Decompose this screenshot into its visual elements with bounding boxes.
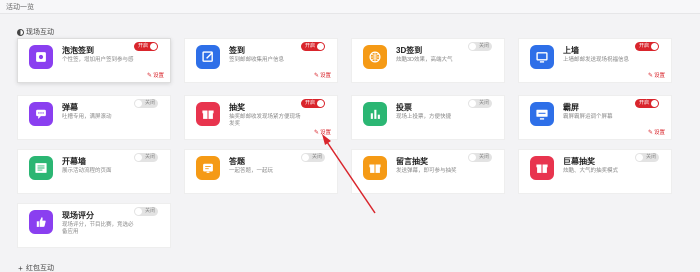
activity-card[interactable]: 霸屏霸屏霸屏运调个屏幕 开启 ✎ 设置 [518, 95, 672, 140]
settings-link[interactable]: ✎ 设置 [313, 128, 331, 137]
activity-desc: 上墙邮邮发送现场祝福信息 [563, 57, 630, 63]
enable-toggle[interactable]: 关闭 [635, 153, 659, 162]
curtain-icon [29, 156, 53, 180]
activity-card[interactable]: 开幕墙展示活动流程的页面 关闭 [17, 149, 171, 194]
settings-label: 设置 [152, 73, 164, 79]
section-redpacket-header[interactable]: + 红包互动 [17, 263, 54, 272]
activity-desc: 现场上投票，方便快捷 [396, 114, 452, 120]
activity-desc: 展示活动流程的页面 [62, 168, 112, 174]
globe-icon [363, 45, 387, 69]
enable-toggle[interactable]: 关闭 [468, 42, 492, 51]
edit-icon [196, 45, 220, 69]
activity-desc: 抽奖邮邮收发现场紧方便现场发奖 [229, 114, 301, 127]
activity-name: 弹幕 [62, 103, 78, 112]
settings-label: 设置 [319, 73, 331, 79]
wall-icon [530, 45, 554, 69]
enable-toggle[interactable]: 关闭 [134, 99, 158, 108]
activity-card[interactable]: 巨幕抽奖炫酷、大气的抽奖模式 关闭 [518, 149, 672, 194]
enable-toggle[interactable]: 开启 [301, 99, 325, 108]
activity-name: 巨幕抽奖 [563, 157, 595, 166]
settings-label: 设置 [653, 130, 665, 136]
screen-icon [530, 102, 554, 126]
activity-desc: 吐槽专用，满屏滚动 [62, 114, 112, 120]
enable-toggle[interactable]: 关闭 [134, 153, 158, 162]
enable-toggle[interactable]: 关闭 [134, 207, 158, 216]
activity-desc: 一起答题，一起玩 [229, 168, 274, 174]
activity-name: 抽奖 [229, 103, 245, 112]
enable-toggle[interactable]: 关闭 [468, 153, 492, 162]
activity-desc: 炫酷3D效果，高端大气 [396, 57, 453, 63]
activity-name: 3D签到 [396, 46, 423, 55]
activity-name: 上墙 [563, 46, 579, 55]
activity-desc: 个性签，增加用户签到参与感 [62, 57, 134, 63]
enable-toggle[interactable]: 开启 [134, 42, 158, 51]
pencil-icon: ✎ [146, 72, 152, 79]
section-live-header[interactable]: 现场互动 [17, 27, 54, 37]
bubble-icon [29, 45, 53, 69]
settings-label: 设置 [319, 130, 331, 136]
enable-toggle[interactable]: 开启 [301, 42, 325, 51]
section-live-title: 现场互动 [26, 29, 54, 36]
activity-name: 现场评分 [62, 211, 94, 220]
activity-desc: 现场评分，节目比赛，竞选必备应用 [62, 222, 134, 235]
activity-card[interactable]: 上墙上墙邮邮发送现场祝福信息 开启 ✎ 设置 [518, 38, 672, 83]
thumb-icon [29, 210, 53, 234]
activity-card[interactable]: 签到签到邮邮收集用户信息 开启 ✎ 设置 [184, 38, 338, 83]
enable-toggle[interactable]: 开启 [635, 42, 659, 51]
activity-name: 泡泡签到 [62, 46, 94, 55]
big-gift-icon [530, 156, 554, 180]
activity-desc: 炫酷、大气的抽奖模式 [563, 168, 619, 174]
activity-card[interactable]: 现场评分现场评分，节目比赛，竞选必备应用 关闭 [17, 203, 171, 248]
enable-toggle[interactable]: 关闭 [301, 153, 325, 162]
page-title: 活动一览 [6, 4, 34, 11]
gift-icon [196, 102, 220, 126]
settings-link[interactable]: ✎ 设置 [313, 71, 331, 80]
pencil-icon: ✎ [647, 129, 653, 136]
chat-icon [29, 102, 53, 126]
enable-toggle[interactable]: 关闭 [468, 99, 492, 108]
activity-desc: 签到邮邮收集用户信息 [229, 57, 285, 63]
settings-label: 设置 [653, 73, 665, 79]
activity-name: 开幕墙 [62, 157, 86, 166]
activity-name: 投票 [396, 103, 412, 112]
top-bar: 活动一览 [0, 0, 700, 14]
enable-toggle[interactable]: 开启 [635, 99, 659, 108]
activity-desc: 发送弹幕，即可参与抽奖 [396, 168, 457, 174]
activity-name: 签到 [229, 46, 245, 55]
settings-link[interactable]: ✎ 设置 [647, 71, 665, 80]
pencil-icon: ✎ [313, 72, 319, 79]
activity-name: 答题 [229, 157, 245, 166]
activity-name: 留言抽奖 [396, 157, 428, 166]
expand-icon: + [18, 263, 23, 272]
activity-card[interactable]: 答题一起答题，一起玩 关闭 [184, 149, 338, 194]
activity-desc: 霸屏霸屏运调个屏幕 [563, 114, 613, 120]
settings-link[interactable]: ✎ 设置 [647, 128, 665, 137]
section-redpacket-title: 红包互动 [26, 265, 54, 272]
activity-card[interactable]: 投票现场上投票，方便快捷 关闭 [351, 95, 505, 140]
pencil-icon: ✎ [313, 129, 319, 136]
quiz-icon [196, 156, 220, 180]
collapse-icon [17, 28, 24, 36]
activity-name: 霸屏 [563, 103, 579, 112]
message-gift-icon [363, 156, 387, 180]
activity-card[interactable]: 泡泡签到个性签，增加用户签到参与感 开启 ✎ 设置 [17, 38, 171, 83]
settings-link[interactable]: ✎ 设置 [146, 71, 164, 80]
pencil-icon: ✎ [647, 72, 653, 79]
activity-card[interactable]: 弹幕吐槽专用，满屏滚动 关闭 [17, 95, 171, 140]
chart-icon [363, 102, 387, 126]
activity-card[interactable]: 留言抽奖发送弹幕，即可参与抽奖 关闭 [351, 149, 505, 194]
activity-card[interactable]: 3D签到炫酷3D效果，高端大气 关闭 [351, 38, 505, 83]
activity-card[interactable]: 抽奖抽奖邮邮收发现场紧方便现场发奖 开启 ✎ 设置 [184, 95, 338, 140]
